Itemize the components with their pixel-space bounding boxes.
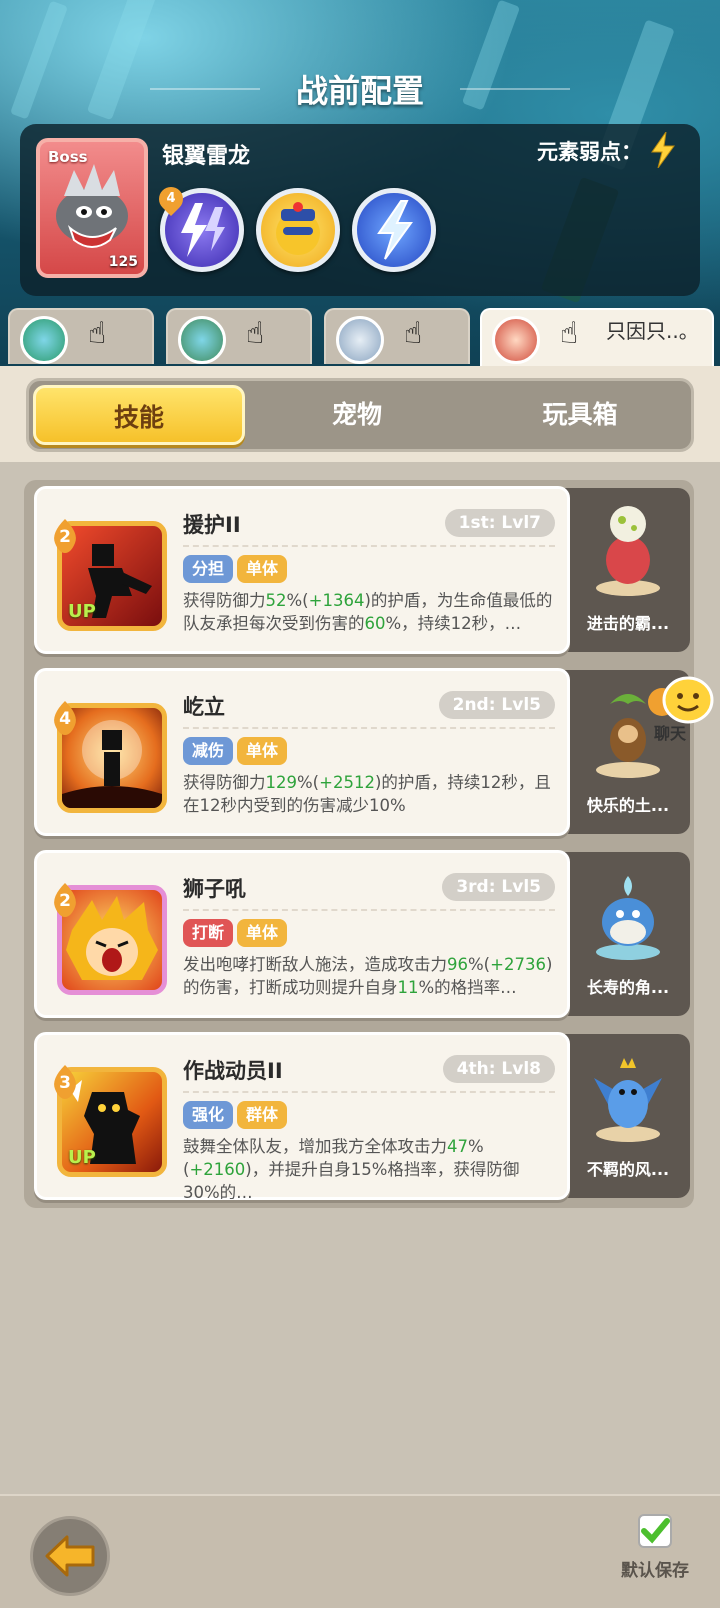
skill-level-badge: 3 [51, 1065, 79, 1099]
hero-avatar [492, 316, 540, 364]
chat-label: 聊天 [654, 724, 687, 743]
tap-hand-icon: ☝ [88, 316, 107, 351]
tab-pets[interactable]: 宠物 [251, 381, 463, 449]
hero-tab-1[interactable]: ☝ [8, 308, 154, 364]
hero-tab-4[interactable]: ☝ 只因只..。 [480, 308, 714, 366]
tab-toybox[interactable]: 玩具箱 [469, 381, 691, 449]
boss-info-panel: Boss 125 银翼雷龙 元素弱点： 4 [20, 124, 700, 296]
boss-skill-2[interactable] [256, 188, 340, 272]
skill-description: 发出咆哮打断敌人施法，造成攻击力96%(+2736)的伤害，打断成功则提升自身1… [183, 955, 553, 997]
skill-name: 屹立 [183, 695, 225, 719]
divider [183, 909, 555, 911]
skill-tag: 强化 [183, 1101, 234, 1129]
boss-name: 银翼雷龙 [162, 144, 251, 169]
hero-avatar [336, 316, 384, 364]
boss-level: 125 [108, 254, 138, 270]
skill-card-1[interactable]: UP 2 援护II 1st: Lvl7 分担 单体 获得防御力52%(+1364… [34, 486, 570, 654]
robot-face-icon [276, 202, 320, 255]
pet-slot-3[interactable]: 长寿的角... [564, 852, 690, 1016]
pet-name: 不羁的风... [586, 1160, 670, 1179]
skill-level-badge: 4 [154, 182, 188, 216]
skill-level-badge: 2 [51, 519, 79, 553]
tap-hand-icon: ☝ [560, 316, 579, 351]
checkbox-checked-icon [638, 1514, 672, 1548]
skill-tag: 减伤 [183, 737, 234, 765]
pet-slot-1[interactable]: 进击的霸... [564, 488, 690, 652]
boss-skill-3[interactable] [352, 188, 436, 272]
skill-slot-level: 3rd: Lvl5 [442, 873, 555, 901]
chat-smiley-icon [648, 676, 714, 724]
tap-hand-icon: ☝ [404, 316, 423, 351]
weakness-label: 元素弱点： [537, 140, 642, 164]
tab-panel: 技能 宠物 玩具箱 [0, 366, 720, 462]
skill-level-badge: 4 [51, 701, 79, 735]
skill-name: 作战动员II [183, 1059, 283, 1083]
skill-tag: 分担 [183, 555, 234, 583]
pet-wind-dragon-icon [594, 1058, 662, 1142]
skill-tag: 单体 [237, 737, 288, 765]
hero-avatar [20, 316, 68, 364]
skill-level-badge: 2 [51, 883, 79, 917]
tap-hand-icon: ☝ [246, 316, 265, 351]
skill-card-3[interactable]: 2 狮子吼 3rd: Lvl5 打断 单体 发出咆哮打断敌人施法，造成攻击力96… [34, 850, 570, 1018]
pet-name: 快乐的土... [586, 796, 670, 815]
up-label: UP [68, 1147, 96, 1168]
skill-slot-level: 2nd: Lvl5 [438, 691, 555, 719]
skill-description: 获得防御力129%(+2512)的护盾，持续12秒，且在12秒内受到的伤害减少1… [183, 773, 551, 815]
hero-tab-2[interactable]: ☝ [166, 308, 312, 364]
arrow-left-icon [45, 1535, 95, 1577]
pet-dino-icon [596, 506, 660, 596]
tab-skills[interactable]: 技能 [33, 385, 245, 445]
tab-bar: 技能 宠物 玩具箱 [26, 378, 694, 452]
skill-tag: 单体 [237, 919, 288, 947]
divider [183, 1091, 555, 1093]
skill-tag: 群体 [237, 1101, 288, 1129]
skill-tag: 打断 [183, 919, 234, 947]
divider [183, 545, 555, 547]
pet-name: 进击的霸... [586, 614, 670, 633]
page-title: 战前配置 [295, 72, 424, 110]
save-label: 默认保存 [621, 1561, 689, 1581]
up-label: UP [68, 601, 96, 622]
skill-tag: 单体 [237, 555, 288, 583]
skill-slot-level: 4th: Lvl8 [442, 1055, 555, 1083]
hero-name: 只因只..。 [606, 319, 699, 343]
skill-list: 进击的霸... UP 2 援护II 1st: Lvl7 分担 单体 获得防御力5… [24, 480, 694, 1208]
lightning-icon [377, 200, 413, 260]
pet-whale-icon [596, 876, 660, 960]
boss-tag: Boss [48, 148, 88, 166]
lightning-icon [651, 132, 675, 168]
chat-button[interactable]: 聊天 [644, 676, 720, 746]
skill-name: 援护II [183, 513, 241, 537]
pet-name: 长寿的角... [586, 978, 670, 997]
hero-tab-3[interactable]: ☝ [324, 308, 470, 364]
skill-description: 鼓舞全体队友，增加我方全体攻击力47%(+2160)，并提升自身15%格挡率，获… [183, 1137, 520, 1199]
skill-slot-level: 1st: Lvl7 [444, 509, 555, 537]
boss-portrait[interactable]: Boss 125 [36, 138, 148, 278]
skill-card-2[interactable]: 4 屹立 2nd: Lvl5 减伤 单体 获得防御力129%(+2512)的护盾… [34, 668, 570, 836]
boss-skill-1[interactable]: 4 [154, 182, 244, 272]
skill-name: 狮子吼 [183, 877, 246, 901]
default-save-button[interactable]: 默认保存 [610, 1514, 700, 1594]
bottom-bar: 默认保存 [0, 1494, 720, 1608]
skill-card-4[interactable]: UP 3 作战动员II 4th: Lvl8 强化 群体 鼓舞全体队友，增加我方全… [34, 1032, 570, 1200]
divider [183, 727, 555, 729]
skill-description: 获得防御力52%(+1364)的护盾，为生命值最低的队友承担每次受到伤害的60%… [183, 591, 553, 633]
hero-avatar [178, 316, 226, 364]
pet-slot-4[interactable]: 不羁的风... [564, 1034, 690, 1198]
back-button[interactable] [30, 1516, 110, 1596]
